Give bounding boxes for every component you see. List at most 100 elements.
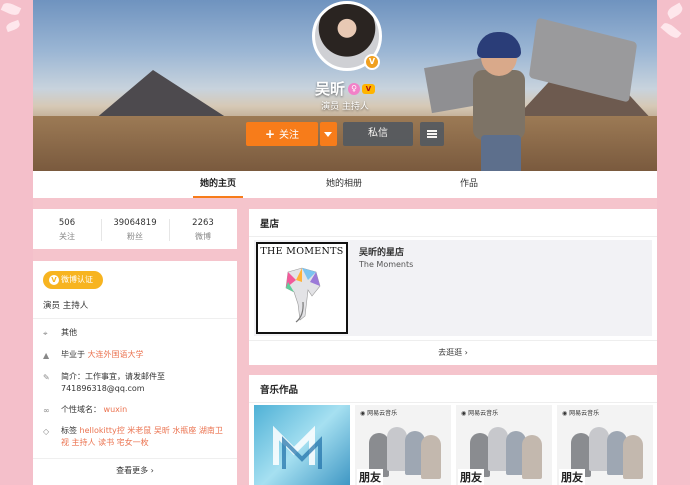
divider: [249, 236, 657, 237]
group-photo-person: [623, 435, 643, 479]
message-button[interactable]: 私信: [343, 122, 413, 146]
see-more-label: 查看更多: [116, 466, 149, 475]
petal-decoration: [0, 0, 22, 18]
album-cover-image[interactable]: THE MOMENTS: [256, 242, 348, 334]
profile-info-card: V 微博认证 演员 主持人 ⌖ 其他 ▲ 毕业于 大连外国语大学 ✎ 简介：工作事…: [33, 261, 237, 485]
page-background-left: [0, 0, 33, 485]
education-school-link[interactable]: 大连外国语大学: [88, 350, 144, 359]
info-tags: ◇ 标签 hellokitty控 米老鼠 吴昕 水瓶座 湖南卫视 主持人 读书 …: [43, 425, 229, 449]
cover-figure-legs: [481, 135, 521, 171]
info-education: ▲ 毕业于 大连外国语大学: [43, 349, 229, 361]
tab-album[interactable]: 她的相册: [309, 171, 379, 198]
menu-icon: [427, 130, 437, 132]
music-card-title: 音乐作品: [260, 385, 299, 396]
netease-music-brand: ◉ 网易云音乐: [360, 408, 397, 417]
female-icon: ♀: [348, 82, 360, 95]
stat-label: 微博: [195, 232, 211, 241]
stat-label: 粉丝: [127, 232, 143, 241]
link-icon: ∞: [43, 406, 50, 415]
netease-music-icon: ◉: [562, 410, 568, 417]
menu-icon-bar: [427, 133, 437, 135]
plus-icon: +: [264, 127, 276, 141]
poster-title: 朋友: [559, 469, 585, 485]
chevron-right-icon: ›: [150, 466, 154, 475]
tab-home[interactable]: 她的主页: [183, 171, 253, 198]
info-intro: ✎ 简介：工作事宜，请发邮件至741896318@qq.com: [43, 371, 229, 395]
profile-description: 演员 主持人: [321, 102, 369, 112]
petal-decoration: [660, 20, 682, 41]
graduation-cap-icon: ▲: [43, 351, 50, 360]
store-card-title: 星店: [260, 219, 280, 230]
weibo-verified-label: 微博认证: [61, 275, 93, 284]
tags-links[interactable]: hellokitty控 米老鼠 吴昕 水瓶座 湖南卫视 主持人 读书 宅女一枚: [61, 426, 223, 447]
visit-store-label: 去逛逛: [438, 348, 463, 357]
intro-text: 简介：工作事宜，请发邮件至741896318@qq.com: [61, 371, 229, 395]
visit-store-link[interactable]: 去逛逛 ›: [249, 347, 657, 358]
stat-label: 关注: [59, 232, 75, 241]
stat-posts[interactable]: 2263 微博: [169, 218, 237, 242]
netease-music-icon: ◉: [461, 410, 467, 417]
music-cover[interactable]: ◉ 网易云音乐 朋友: [456, 405, 552, 485]
cover-figure-helmet: [477, 32, 521, 58]
edit-icon: ✎: [43, 373, 50, 382]
follow-button[interactable]: + 关注: [246, 122, 318, 146]
netease-music-label: 网易云音乐: [367, 410, 398, 417]
divider: [33, 318, 237, 319]
store-subtitle: The Moments: [359, 260, 414, 269]
store-item[interactable]: THE MOMENTS 吴昕的星店 The Moments: [254, 240, 652, 336]
stat-followers[interactable]: 39064819 粉丝: [101, 218, 169, 242]
verified-icon: V: [49, 275, 59, 285]
verified-badge-icon: V: [364, 54, 380, 70]
education-text: 毕业于 大连外国语大学: [61, 349, 229, 361]
divider: [249, 402, 657, 403]
domain-text: 个性域名： wuxin: [61, 404, 229, 416]
domain-label: 个性域名：: [61, 405, 101, 414]
stat-following[interactable]: 506 关注: [33, 218, 101, 242]
profile-tabs: 她的主页 她的相册 作品: [33, 171, 657, 198]
see-more-link[interactable]: 查看更多 ›: [33, 465, 237, 476]
music-works-card: 音乐作品 ◉ 网易云音乐 朋友 ◉ 网易云音乐 朋友 ◉ 网易云音乐 朋友: [249, 375, 657, 485]
location-pin-icon: ⌖: [43, 329, 48, 338]
chevron-right-icon: ›: [464, 348, 468, 357]
location-value: 其他: [61, 328, 77, 337]
profile-cover: V 吴昕 ♀ V 演员 主持人 + 关注 私信: [33, 0, 657, 171]
tags-label: 标签: [61, 426, 77, 435]
follow-dropdown-button[interactable]: [320, 122, 337, 146]
album-cover-title: THE MOMENTS: [260, 246, 344, 257]
netease-music-brand: ◉ 网易云音乐: [562, 408, 599, 417]
intro-label: 简介：: [61, 372, 85, 381]
domain-link[interactable]: wuxin: [104, 405, 128, 414]
abstract-logo-icon: [273, 425, 322, 469]
netease-music-label: 网易云音乐: [468, 410, 499, 417]
verified-description: 演员 主持人: [43, 301, 89, 311]
info-domain: ∞ 个性域名： wuxin: [43, 404, 229, 416]
tab-works[interactable]: 作品: [434, 171, 504, 198]
info-location: ⌖ 其他: [43, 327, 229, 339]
caret-down-icon: [324, 132, 332, 137]
tags-text: 标签 hellokitty控 米老鼠 吴昕 水瓶座 湖南卫视 主持人 读书 宅女…: [61, 425, 229, 449]
music-cover[interactable]: ◉ 网易云音乐 朋友: [557, 405, 653, 485]
group-photo-person: [589, 427, 609, 471]
divider: [33, 458, 237, 459]
more-menu-button[interactable]: [420, 122, 444, 146]
menu-icon-bar: [427, 136, 437, 138]
netease-music-brand: ◉ 网易云音乐: [461, 408, 498, 417]
music-cover[interactable]: [254, 405, 350, 485]
petal-decoration: [665, 2, 685, 20]
netease-music-icon: ◉: [360, 410, 366, 417]
stat-value: 2263: [192, 218, 214, 228]
poster-title: 朋友: [458, 469, 484, 485]
tag-icon: ◇: [43, 427, 50, 436]
music-cover[interactable]: ◉ 网易云音乐 朋友: [355, 405, 451, 485]
netease-music-label: 网易云音乐: [569, 410, 600, 417]
stat-value: 506: [58, 218, 76, 228]
follow-label: 关注: [279, 130, 300, 141]
profile-name-row: 吴昕 ♀ V: [33, 78, 657, 99]
group-photo-person: [421, 435, 441, 479]
stat-value: 39064819: [113, 218, 157, 228]
stats-card: 506 关注 39064819 粉丝 2263 微博: [33, 209, 237, 249]
page-background-right: [657, 0, 690, 485]
vip-icon[interactable]: V: [362, 83, 375, 94]
weibo-verified-badge[interactable]: V 微博认证: [43, 271, 103, 289]
store-name[interactable]: 吴昕的星店: [359, 245, 404, 258]
